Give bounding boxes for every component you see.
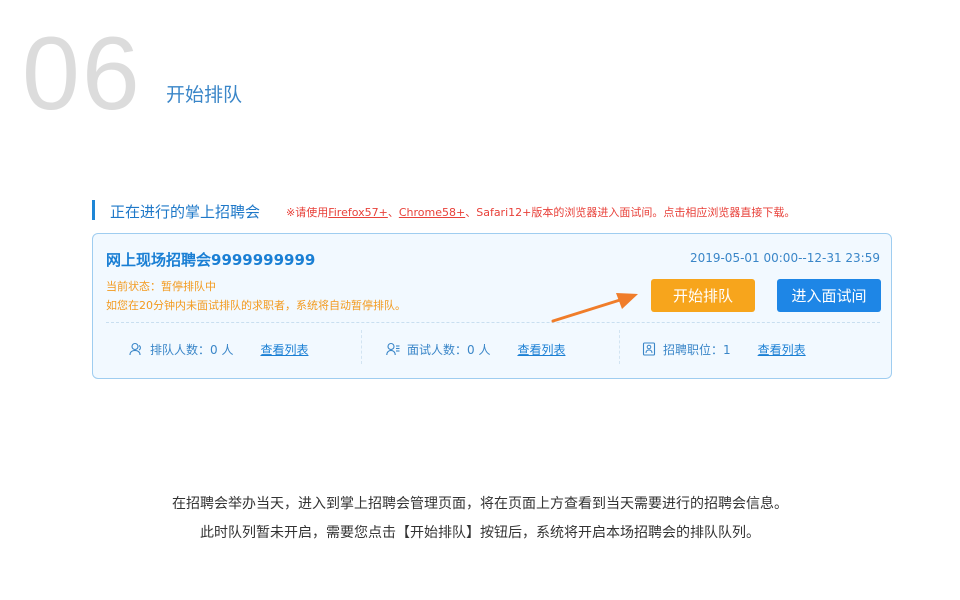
enter-interview-room-button[interactable]: 进入面试间 xyxy=(777,279,881,312)
section-title: 正在进行的掌上招聘会 xyxy=(110,203,261,221)
job-position-stat: 招聘职位：1 查看列表 xyxy=(642,341,806,357)
view-position-list-link[interactable]: 查看列表 xyxy=(758,341,806,358)
interview-count-stat: 面试人数：0 人 查看列表 xyxy=(386,341,565,357)
user-queue-icon xyxy=(129,342,143,356)
description-line-2: 此时队列暂未开启，需要您点击【开始排队】按钮后，系统将开启本场招聘会的排队队列。 xyxy=(200,525,760,541)
pointer-arrow-icon xyxy=(551,293,638,323)
stat-divider xyxy=(619,330,620,364)
view-queue-list-link[interactable]: 查看列表 xyxy=(260,341,308,358)
notice-prefix: ※请使用 xyxy=(286,206,329,219)
queue-status: 当前状态：暂停排队中 xyxy=(106,280,216,293)
description-line-1: 在招聘会举办当天，进入到掌上招聘会管理页面，将在页面上方查看到当天需要进行的招聘… xyxy=(172,496,788,512)
browser-notice: ※请使用Firefox57+、Chrome58+、Safari12+版本的浏览器… xyxy=(286,204,795,220)
user-interview-icon xyxy=(386,342,400,356)
interview-count-label: 面试人数：0 人 xyxy=(407,342,491,357)
queue-count-label: 排队人数：0 人 xyxy=(150,342,234,357)
view-interview-list-link[interactable]: 查看列表 xyxy=(517,341,565,358)
fair-name: 网上现场招聘会9999999999 xyxy=(106,251,316,269)
notice-suffix: 、Safari12+版本的浏览器进入面试间。点击相应浏览器直接下载。 xyxy=(465,206,796,219)
step-title: 开始排队 xyxy=(166,84,243,106)
queue-count-stat: 排队人数：0 人 查看列表 xyxy=(129,341,308,357)
start-queue-button[interactable]: 开始排队 xyxy=(651,279,755,312)
card-divider xyxy=(106,322,880,323)
job-document-icon xyxy=(642,342,656,356)
auto-pause-hint: 如您在20分钟内未面试排队的求职者，系统将自动暂停排队。 xyxy=(106,299,406,312)
stat-divider xyxy=(361,330,362,364)
step-number: 06 xyxy=(22,16,142,132)
notice-separator: 、 xyxy=(387,206,399,219)
section-marker xyxy=(92,200,95,220)
chrome-download-link[interactable]: Chrome58+ xyxy=(399,206,465,219)
job-position-label: 招聘职位：1 xyxy=(663,342,731,357)
firefox-download-link[interactable]: Firefox57+ xyxy=(328,206,388,219)
job-fair-card: 网上现场招聘会9999999999 2019-05-01 00:00--12-3… xyxy=(92,233,892,379)
fair-time-range: 2019-05-01 00:00--12-31 23:59 xyxy=(689,251,880,265)
